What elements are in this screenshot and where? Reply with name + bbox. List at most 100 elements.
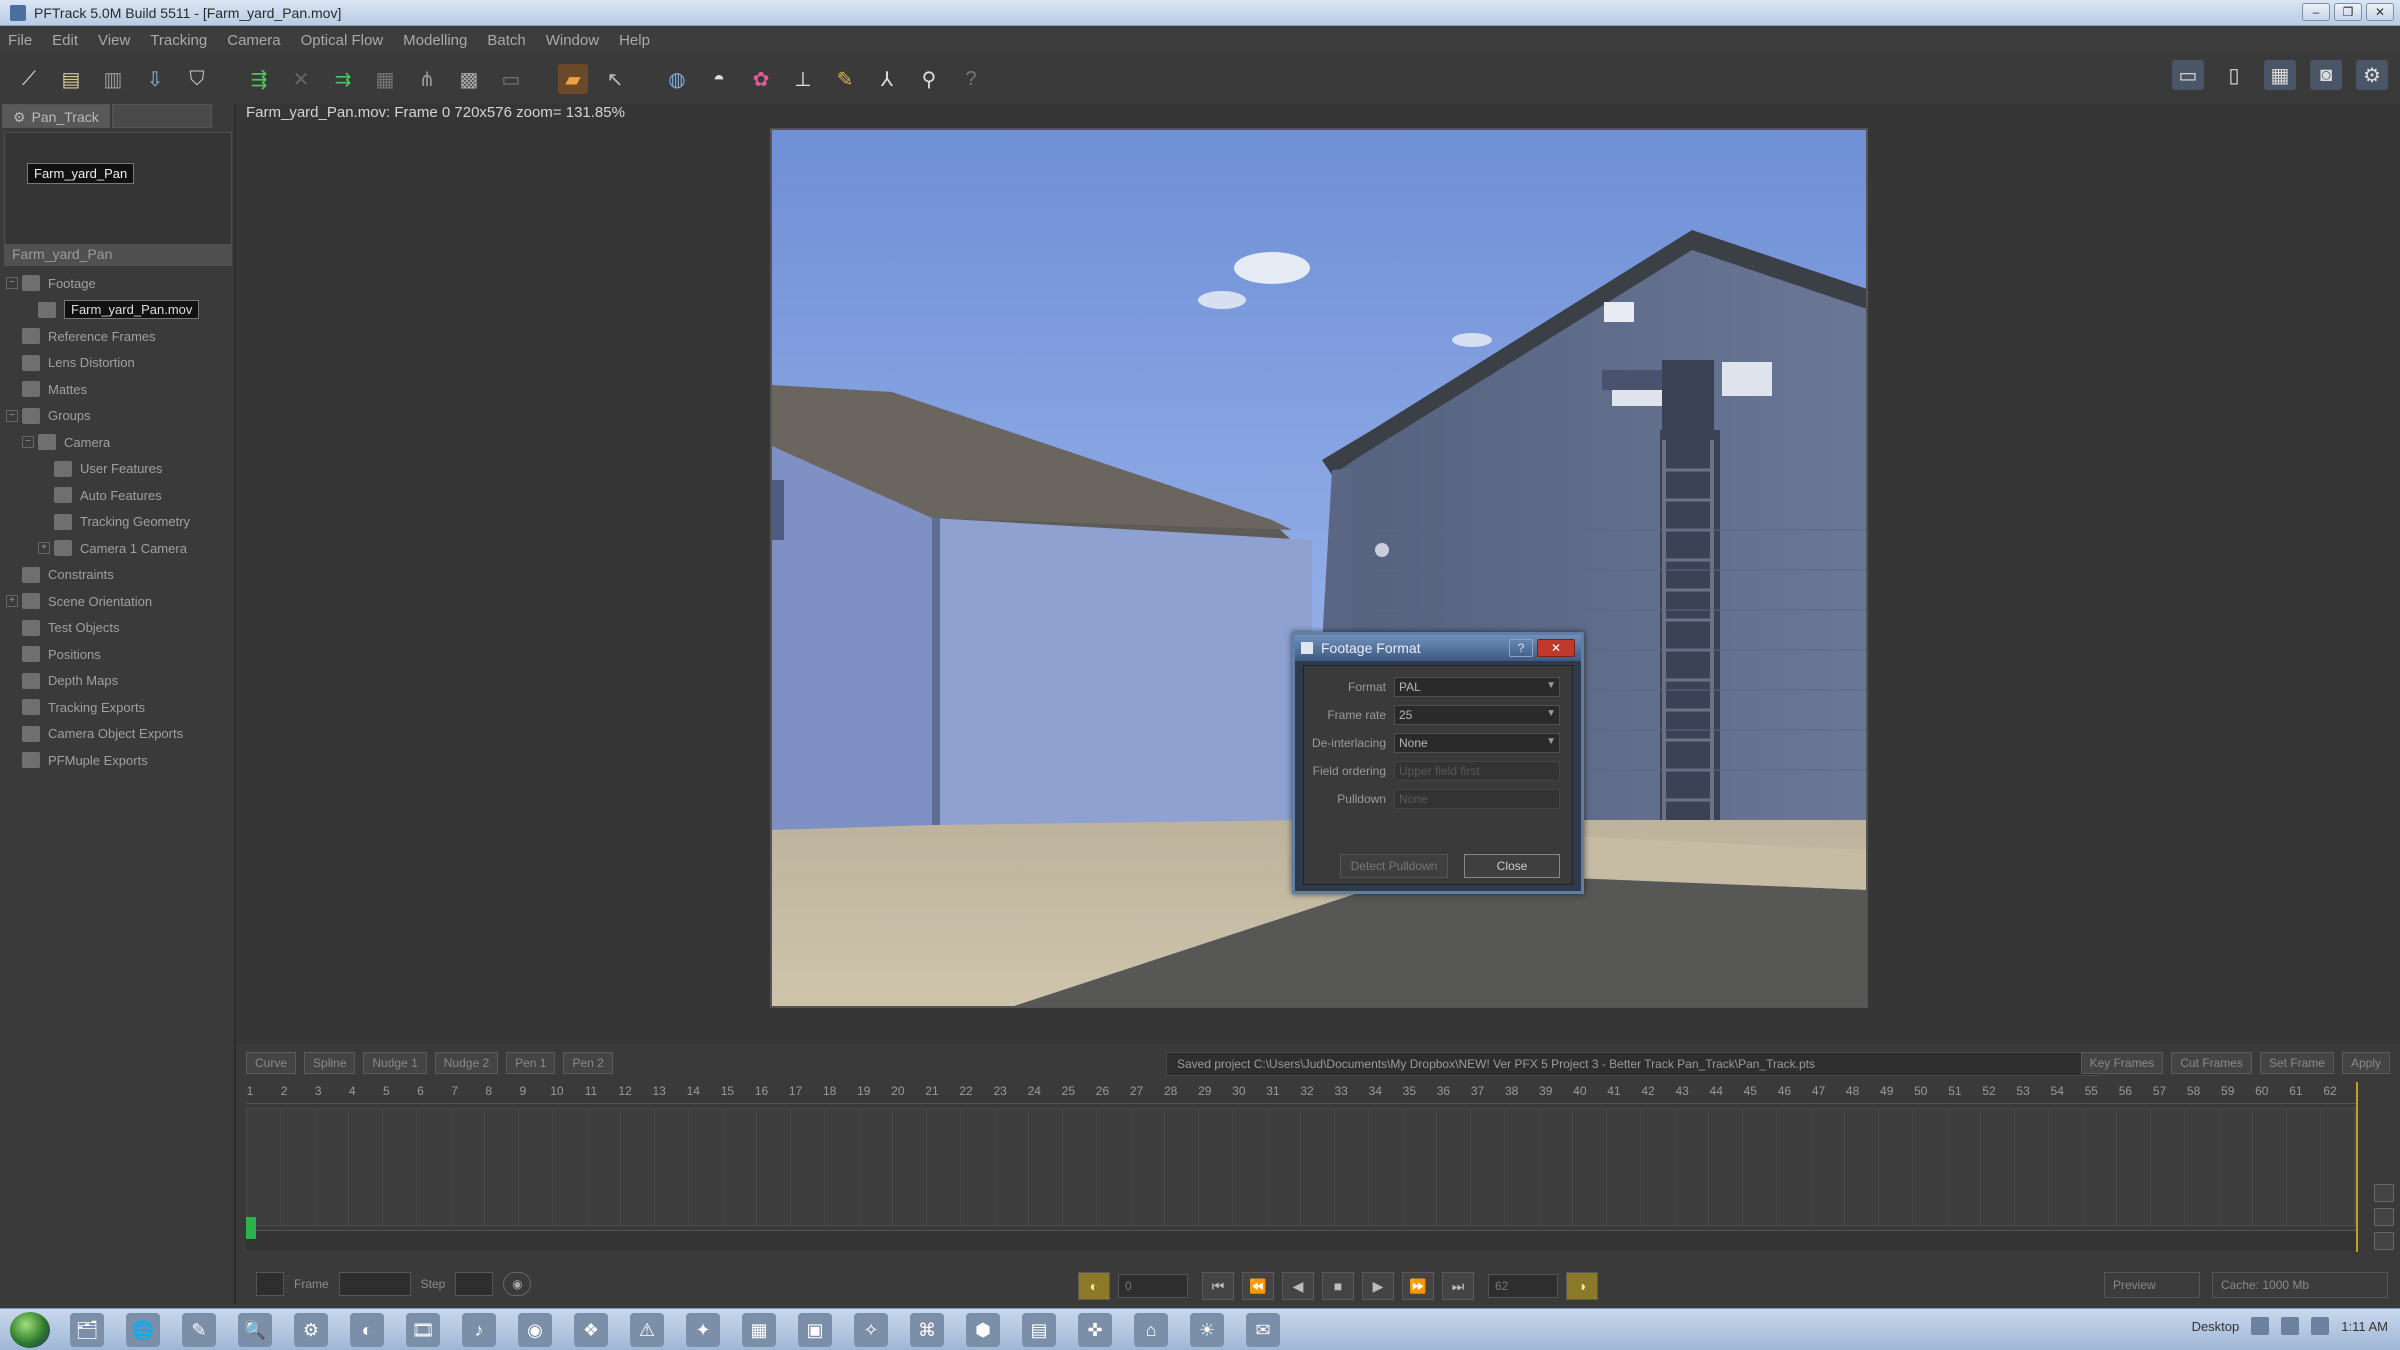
menu-help[interactable]: Help	[619, 32, 650, 49]
tab-empty[interactable]	[111, 104, 212, 128]
bone-icon[interactable]: ⚲	[914, 64, 944, 94]
taskbar-app-icon[interactable]: ❖	[574, 1313, 608, 1347]
tree-item[interactable]: Reference Frames	[6, 323, 234, 350]
taskbar-app-icon[interactable]: 🗂	[70, 1313, 104, 1347]
go-end-button[interactable]: ⏭	[1442, 1272, 1474, 1300]
taskbar-app-icon[interactable]: ▣	[798, 1313, 832, 1347]
scrub-bar[interactable]	[246, 1217, 2356, 1250]
frame-input[interactable]	[338, 1272, 411, 1296]
taskbar-app-icon[interactable]: ⚠	[630, 1313, 664, 1347]
cache-select[interactable]: Cache: 1000 Mb	[2212, 1272, 2388, 1298]
tree-item[interactable]: Tracking Geometry	[6, 509, 234, 536]
go-start-button[interactable]: ⏮	[1202, 1272, 1234, 1300]
frame-options-button[interactable]	[256, 1272, 284, 1296]
link-icon[interactable]: ✕	[286, 64, 316, 94]
tree-item[interactable]: Constraints	[6, 562, 234, 589]
network-icon[interactable]	[2251, 1317, 2270, 1335]
close-window-button[interactable]: ✕	[2366, 3, 2394, 21]
axis-icon[interactable]: ⊥	[788, 64, 818, 94]
expand-toggle-icon[interactable]: −	[6, 277, 18, 290]
step-input[interactable]	[455, 1272, 494, 1296]
flower-icon[interactable]: ✿	[746, 64, 776, 94]
expand-toggle-icon[interactable]: −	[6, 409, 18, 422]
sphere-icon[interactable]: ◍	[662, 64, 692, 94]
tree-item[interactable]: − Groups	[6, 403, 234, 430]
step-forward-button[interactable]: ⏩	[1402, 1272, 1434, 1300]
tree-item[interactable]: − Camera	[6, 429, 234, 456]
taskbar-app-icon[interactable]: ☀	[1190, 1313, 1224, 1347]
zoom-fit-button[interactable]	[2374, 1208, 2394, 1226]
timeline-tab[interactable]: Pen 2	[563, 1052, 613, 1074]
tree-item[interactable]: Camera Object Exports	[6, 721, 234, 748]
dialog-close-icon[interactable]: ✕	[1537, 639, 1575, 657]
tree-item[interactable]: User Features	[6, 456, 234, 483]
minimize-button[interactable]: –	[2302, 3, 2330, 21]
stack-icon[interactable]: ▥	[98, 64, 128, 94]
clip-item[interactable]: Farm_yard_Pan	[27, 163, 135, 184]
taskbar-app-icon[interactable]: ◉	[518, 1313, 552, 1347]
preview-select[interactable]: Preview	[2104, 1272, 2200, 1298]
menu-batch[interactable]: Batch	[487, 32, 525, 49]
import-icon[interactable]: ⇩	[140, 64, 170, 94]
grid-small-icon[interactable]: ▦	[370, 64, 400, 94]
menu-window[interactable]: Window	[546, 32, 599, 49]
taskbar-app-icon[interactable]: ✎	[182, 1313, 216, 1347]
play-reverse-button[interactable]: ◀	[1282, 1272, 1314, 1300]
layout-split-icon[interactable]: ▯	[2218, 60, 2250, 90]
expand-toggle-icon[interactable]: +	[6, 595, 18, 608]
volume-icon[interactable]	[2281, 1317, 2300, 1335]
end-frame-input[interactable]: 62	[1488, 1274, 1558, 1298]
edit-icon[interactable]: ✎	[830, 64, 860, 94]
mesh-icon[interactable]: ◓	[704, 64, 734, 94]
tree-item[interactable]: − Footage	[6, 270, 234, 297]
taskbar-app-icon[interactable]: ⚙	[294, 1313, 328, 1347]
close-button[interactable]: Close	[1464, 854, 1560, 878]
shield-icon[interactable]: ⛉	[182, 64, 212, 94]
detect-pulldown-button[interactable]: Detect Pulldown	[1340, 854, 1448, 878]
eye-icon[interactable]: ◉	[503, 1272, 532, 1296]
grid-icon[interactable]: ▩	[454, 64, 484, 94]
taskbar-app-icon[interactable]: ◐	[350, 1313, 384, 1347]
taskbar-app-icon[interactable]: ✉	[1246, 1313, 1280, 1347]
tree-item[interactable]: Farm_yard_Pan.mov	[6, 297, 234, 324]
tree-item[interactable]: + Camera 1 Camera	[6, 535, 234, 562]
timeline-tab[interactable]: Spline	[304, 1052, 356, 1074]
maximize-button[interactable]: ❐	[2334, 3, 2362, 21]
taskbar-app-icon[interactable]: ⌘	[910, 1313, 944, 1347]
menu-optical-flow[interactable]: Optical Flow	[301, 32, 384, 49]
tree-item[interactable]: Mattes	[6, 376, 234, 403]
clock[interactable]: 1:11 AM	[2341, 1319, 2388, 1334]
set-end-button[interactable]: ◑	[1566, 1272, 1598, 1300]
end-marker[interactable]	[2356, 1082, 2358, 1252]
menu-view[interactable]: View	[98, 32, 130, 49]
timeline-tab[interactable]: Nudge 1	[363, 1052, 427, 1074]
wand-icon[interactable]: ⟋	[14, 64, 44, 94]
keyframe-tab[interactable]: Apply	[2341, 1052, 2390, 1074]
playhead[interactable]	[246, 1217, 256, 1239]
taskbar-app-icon[interactable]: ♪	[462, 1313, 496, 1347]
start-frame-input[interactable]: 0	[1118, 1274, 1188, 1298]
taskbar-app-icon[interactable]: ✜	[1078, 1313, 1112, 1347]
tree-item[interactable]: Test Objects	[6, 615, 234, 642]
tree-item[interactable]: Lens Distortion	[6, 350, 234, 377]
tree-item[interactable]: Tracking Exports	[6, 694, 234, 721]
layout-single-icon[interactable]: ▭	[2172, 60, 2204, 90]
menu-edit[interactable]: Edit	[52, 32, 78, 49]
taskbar-app-icon[interactable]: 🌐	[126, 1313, 160, 1347]
timeline-track[interactable]	[246, 1108, 2356, 1226]
frame-ruler[interactable]: 1 2 3 4 5 6 7 8 9 10 11 12 13 14 15 16 17 18 19 20 21 22 23 24 2…	[246, 1082, 2356, 1104]
set-start-button[interactable]: ◐	[1078, 1272, 1110, 1300]
dropdown-select[interactable]: PAL ▼	[1394, 677, 1560, 697]
timeline-tab[interactable]: Pen 1	[506, 1052, 556, 1074]
taskbar-app-icon[interactable]: ✦	[686, 1313, 720, 1347]
stop-button[interactable]: ■	[1322, 1272, 1354, 1300]
menu-file[interactable]: File	[8, 32, 32, 49]
taskbar-app-icon[interactable]: ▤	[1022, 1313, 1056, 1347]
timeline-tab[interactable]: Curve	[246, 1052, 297, 1074]
keyframe-tab[interactable]: Set Frame	[2259, 1052, 2334, 1074]
taskbar-app-icon[interactable]: ▦	[742, 1313, 776, 1347]
tree-item[interactable]: Depth Maps	[6, 668, 234, 695]
measure-icon[interactable]: ⅄	[872, 64, 902, 94]
layout-quad-icon[interactable]: ▦	[2264, 60, 2296, 90]
step-back-button[interactable]: ⏪	[1242, 1272, 1274, 1300]
